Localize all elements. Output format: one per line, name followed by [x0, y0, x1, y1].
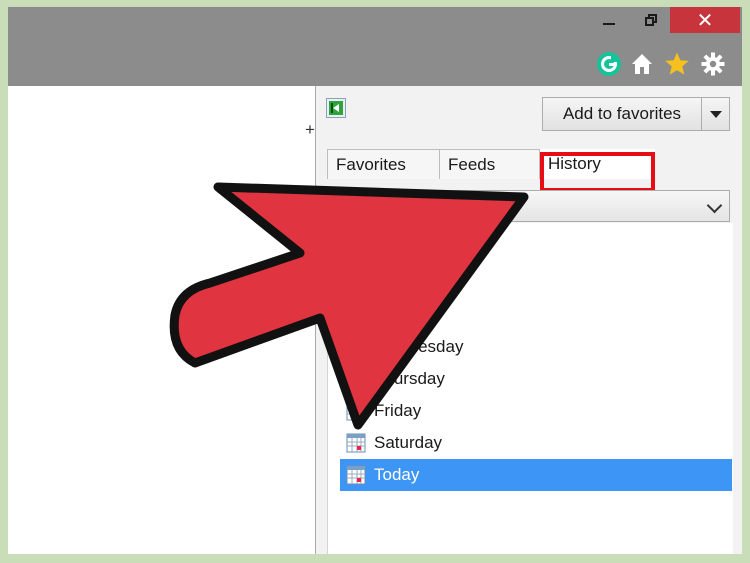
close-button[interactable]: ✕ — [670, 7, 740, 33]
history-item-label: Today — [374, 465, 420, 484]
history-item-label: Tuesday — [374, 305, 439, 324]
title-bar: ✕ — [8, 7, 742, 86]
history-item-label: Wednesday — [374, 337, 464, 356]
history-item-thursday[interactable]: Thursday — [340, 363, 732, 395]
history-item-saturday[interactable]: Saturday — [340, 427, 732, 459]
restore-button[interactable] — [630, 7, 672, 33]
chevron-down-icon — [709, 110, 722, 118]
history-item-label: Friday — [374, 401, 422, 420]
calendar-icon — [346, 401, 366, 421]
page-content-area — [8, 86, 315, 554]
chevron-down-icon — [706, 197, 723, 214]
star-icon[interactable] — [664, 51, 690, 77]
history-view-dropdown[interactable] — [327, 190, 730, 222]
plus-marker: + — [305, 120, 315, 139]
history-item-wednesday[interactable]: Wednesday — [340, 331, 732, 363]
tab-history[interactable]: History — [540, 149, 655, 179]
history-list: Tuesday Wednesday Thursday Friday Saturd… — [327, 223, 733, 554]
calendar-icon — [346, 465, 366, 485]
home-icon[interactable] — [629, 51, 655, 77]
history-item-label: Saturday — [374, 433, 443, 452]
pin-favorites-button[interactable] — [326, 98, 346, 118]
restore-icon — [645, 14, 657, 26]
minimize-icon — [603, 23, 615, 25]
history-item-tuesday[interactable]: Tuesday — [340, 299, 732, 331]
gear-icon[interactable] — [700, 51, 726, 77]
favorites-center: Add to favorites Favorites Feeds History… — [316, 86, 742, 554]
tab-favorites[interactable]: Favorites — [327, 149, 440, 179]
tab-feeds[interactable]: Feeds — [440, 149, 540, 179]
browser-window: ✕ + Add to favorites Favorites Feeds His… — [8, 7, 742, 554]
close-icon: ✕ — [696, 9, 714, 32]
history-item-friday[interactable]: Friday — [340, 395, 732, 427]
history-item-today[interactable]: Today — [340, 459, 732, 491]
pin-arrow-icon — [329, 101, 343, 115]
add-to-favorites-button[interactable]: Add to favorites — [542, 97, 702, 131]
minimize-button[interactable] — [588, 7, 630, 33]
add-to-favorites-dropdown[interactable] — [702, 97, 730, 131]
calendar-icon — [346, 369, 366, 389]
calendar-icon — [346, 337, 366, 357]
history-item-label: Thursday — [374, 369, 445, 388]
calendar-icon — [346, 433, 366, 453]
grammarly-icon[interactable] — [596, 51, 622, 77]
calendar-icon — [346, 305, 366, 325]
